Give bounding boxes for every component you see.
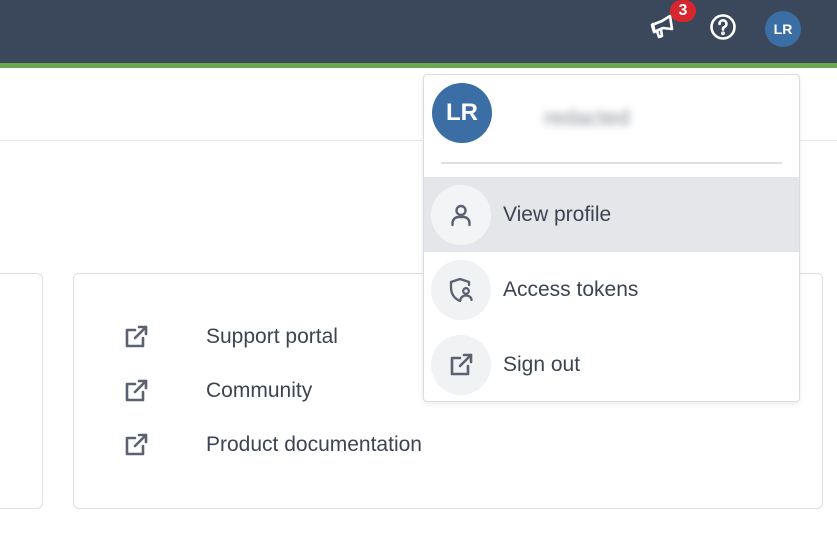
user-name: redacted [544, 105, 630, 130]
user-avatar-button[interactable]: LR [765, 11, 801, 47]
external-link-icon [120, 430, 152, 460]
menu-avatar: LR [432, 83, 492, 143]
menu-item-sign-out[interactable]: Sign out [424, 327, 799, 402]
menu-item-view-profile[interactable]: View profile [424, 177, 799, 252]
community-label: Community [206, 379, 313, 402]
support-portal-link[interactable]: Support portal [120, 322, 338, 352]
external-link-icon [431, 335, 491, 395]
external-link-icon [120, 376, 152, 406]
user-menu-dropdown: LR redacted View profile Access tokens S… [423, 74, 800, 402]
product-documentation-link[interactable]: Product documentation [120, 430, 422, 460]
notification-badge: 3 [670, 0, 696, 22]
access-tokens-label: Access tokens [503, 277, 639, 301]
left-card [0, 273, 43, 509]
help-circle-icon [709, 13, 737, 46]
user-icon [431, 185, 491, 245]
sign-out-label: Sign out [503, 352, 581, 376]
shield-user-icon [431, 260, 491, 320]
help-button[interactable] [706, 12, 740, 46]
accent-bar [0, 63, 837, 68]
community-link[interactable]: Community [120, 376, 312, 406]
menu-divider [441, 162, 782, 164]
external-link-icon [120, 322, 152, 352]
menu-item-access-tokens[interactable]: Access tokens [424, 252, 799, 327]
view-profile-label: View profile [503, 202, 612, 226]
support-portal-label: Support portal [206, 325, 338, 348]
product-documentation-label: Product documentation [206, 433, 422, 456]
